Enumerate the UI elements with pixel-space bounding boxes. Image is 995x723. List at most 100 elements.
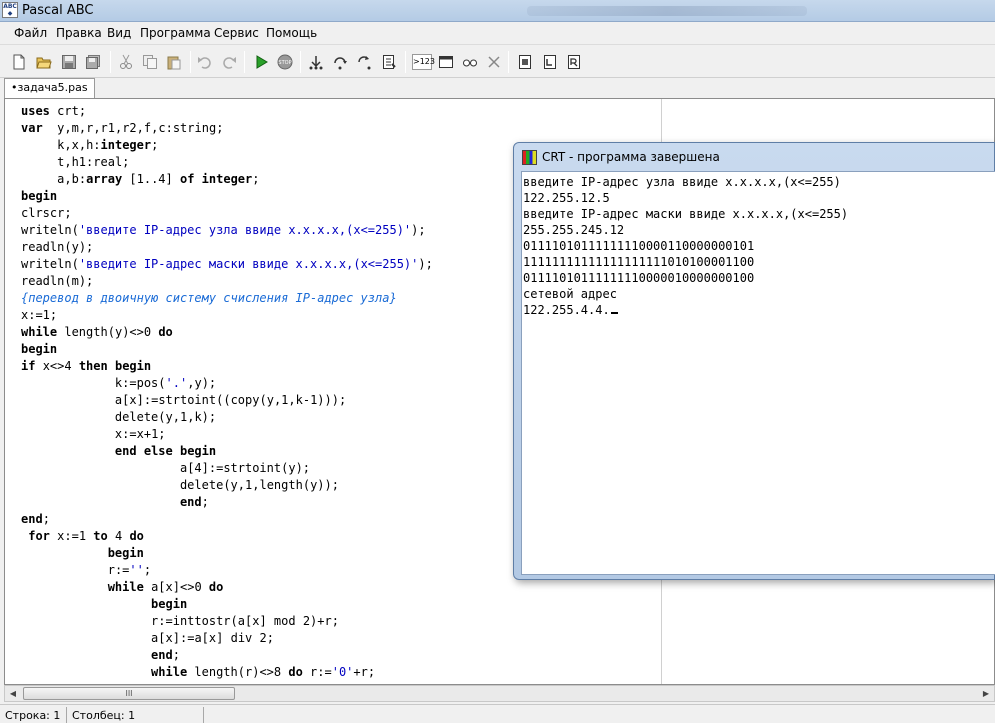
crt-line: 255.255.245.12 [523, 223, 625, 237]
code-line: k,x,h:integer; [57, 138, 159, 152]
tab-strip: •задача5.pas [0, 78, 995, 99]
open-folder-icon[interactable] [35, 53, 53, 71]
scroll-left-arrow-icon[interactable]: ◀ [5, 686, 21, 701]
step-over-icon[interactable] [331, 53, 349, 71]
code-line: clrscr; [21, 206, 72, 220]
code-line: a[x]:=a[x] div 2; [151, 631, 274, 645]
code-line: delete(y,1,k); [114, 410, 217, 424]
toolbar-separator [244, 51, 245, 73]
crt-line: 122.255.4.4. [523, 302, 848, 318]
app-title: Pascal ABC [22, 3, 94, 18]
crt-line: введите IP-адрес узла ввиде x.x.x.x,(x<=… [523, 175, 841, 189]
code-line: writeln('введите IP-адрес маски ввиде x.… [21, 257, 433, 271]
output-toggle-button[interactable]: >123 [412, 54, 435, 70]
step-out-icon[interactable] [355, 53, 373, 71]
crt-output-text: введите IP-адрес узла ввиде x.x.x.x,(x<=… [523, 174, 848, 318]
toolbar-separator [300, 51, 301, 73]
crt-line: 01111010111111110000110000000101 [523, 239, 755, 253]
code-line: k:=pos('.',y); [114, 376, 217, 390]
crt-output-window[interactable]: CRT - программа завершена введите IP-адр… [513, 142, 995, 580]
status-row: Строка: 1 [5, 709, 61, 722]
run-icon[interactable] [252, 53, 270, 71]
toolbar: STOP >123 [0, 44, 995, 78]
code-line: a[4]:=strtoint(y); [179, 461, 311, 475]
svg-text:STOP: STOP [278, 60, 291, 66]
code-line: begin [151, 597, 188, 611]
menu-file[interactable]: Файл [14, 26, 47, 40]
code-line: t,h1:real; [57, 155, 130, 169]
crt-line: 122.255.12.5 [523, 191, 610, 205]
code-line: begin [21, 189, 58, 203]
menu-service[interactable]: Сервис [214, 26, 259, 40]
status-bar: Строка: 1 Столбец: 1 [0, 704, 995, 723]
code-line: {перевод в двоичную систему счисления IP… [21, 291, 397, 305]
code-line: begin [107, 546, 144, 560]
copy-icon[interactable] [141, 53, 159, 71]
code-line: end; [179, 495, 209, 509]
scrollbar-thumb[interactable]: III [23, 687, 235, 700]
save-all-icon[interactable] [84, 53, 102, 71]
close-x-icon[interactable] [485, 53, 503, 71]
code-line: if x<>4 then begin [21, 359, 152, 373]
code-line: readln(m); [21, 274, 94, 288]
code-line: uses crt; [21, 104, 87, 118]
paste-icon[interactable] [165, 53, 183, 71]
crt-line: введите IP-адрес маски ввиде x.x.x.x,(x<… [523, 207, 849, 221]
title-bar: ABC ◆ Pascal ABC [0, 0, 995, 22]
new-file-icon[interactable] [10, 53, 28, 71]
toolbar-separator [405, 51, 406, 73]
code-line: for x:=1 to 4 do [28, 529, 144, 543]
code-line: x:=1; [21, 308, 58, 322]
undo-icon[interactable] [196, 53, 214, 71]
tab-zadacha5[interactable]: •задача5.pas [4, 78, 95, 99]
code-line: x:=x+1; [114, 427, 166, 441]
code-line: end else begin [114, 444, 217, 458]
menu-view[interactable]: Вид [107, 26, 131, 40]
code-line: r:=inttostr(a[x] mod 2)+r; [151, 614, 339, 628]
code-line: a,b:array [1..4] of integer; [57, 172, 260, 186]
save-icon[interactable] [60, 53, 78, 71]
status-separator [203, 707, 204, 723]
stop-icon[interactable]: STOP [276, 53, 294, 71]
toolbar-separator [110, 51, 111, 73]
code-area[interactable]: uses crt; var y,m,r,r1,r2,f,c:string; k,x… [21, 103, 433, 681]
doc-icon-1[interactable] [516, 53, 534, 71]
code-line: writeln('введите IP-адрес узла ввиде x.x… [21, 223, 426, 237]
crt-line: 01111010111111110000010000000100 [523, 271, 755, 285]
cut-icon[interactable] [117, 53, 135, 71]
crt-window-title: CRT - программа завершена [542, 150, 720, 164]
code-line: begin [21, 342, 58, 356]
status-column: Столбец: 1 [72, 709, 136, 722]
code-line: delete(y,1,length(y)); [179, 478, 339, 492]
doc-icon-3[interactable] [565, 53, 583, 71]
pascal-abc-icon: ABC ◆ [2, 2, 18, 18]
code-line: while length(r)<>8 do r:='0'+r; [151, 665, 376, 679]
text-cursor [610, 312, 618, 314]
code-line: end; [21, 512, 50, 526]
code-line: r:=''; [107, 563, 152, 577]
toolbar-separator [190, 51, 191, 73]
redo-icon[interactable] [220, 53, 238, 71]
code-line: a[x]:=strtoint((copy(y,1,k-1))); [114, 393, 347, 407]
menu-bar: Файл Правка Вид Программа Сервис Помощь [0, 22, 995, 44]
editor-gutter [5, 99, 15, 684]
menu-help[interactable]: Помощь [266, 26, 317, 40]
window-icon[interactable] [437, 53, 455, 71]
menu-program[interactable]: Программа [140, 26, 211, 40]
toolbar-separator [508, 51, 509, 73]
code-line: end; [151, 648, 180, 662]
status-separator [66, 707, 67, 723]
watch-icon[interactable] [380, 53, 398, 71]
crt-window-icon [522, 150, 537, 165]
glasses-icon[interactable] [461, 53, 479, 71]
menu-edit[interactable]: Правка [56, 26, 102, 40]
crt-line: сетевой адрес [523, 287, 617, 301]
scroll-right-arrow-icon[interactable]: ▶ [978, 686, 994, 701]
doc-icon-2[interactable] [541, 53, 559, 71]
code-line: readln(y); [21, 240, 94, 254]
crt-line: 11111111111111111111010100001100 [523, 255, 755, 269]
horizontal-scrollbar[interactable]: ◀ III ▶ [4, 685, 995, 702]
step-into-icon[interactable] [307, 53, 325, 71]
code-line: while length(y)<>0 do [21, 325, 173, 339]
crt-output-area: введите IP-адрес узла ввиде x.x.x.x,(x<=… [521, 171, 995, 575]
